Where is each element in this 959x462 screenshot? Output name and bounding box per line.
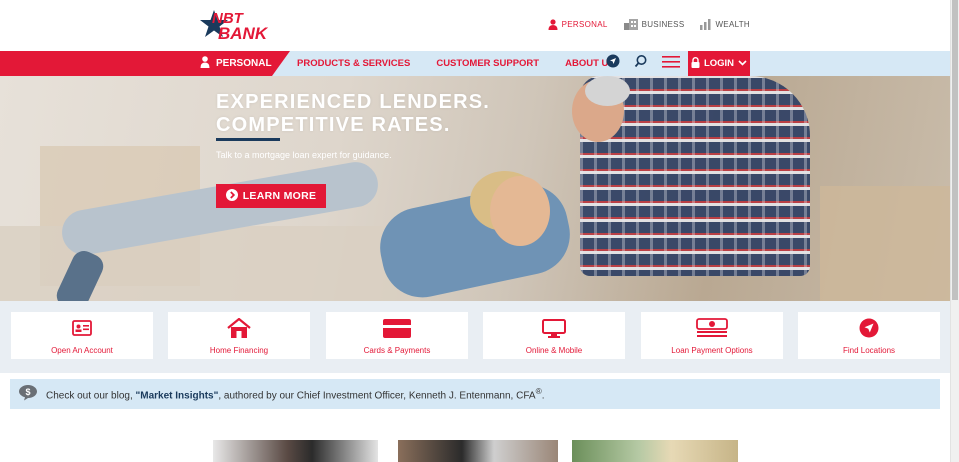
login-button[interactable]: LOGIN — [688, 51, 750, 76]
blog-text: Check out our blog, "Market Insights", a… — [46, 386, 545, 402]
building-icon — [623, 19, 638, 30]
segment-business[interactable]: BUSINESS — [623, 19, 685, 30]
person-icon — [548, 19, 558, 30]
location-arrow-icon — [859, 318, 879, 338]
main-nav: PERSONAL PRODUCTS & SERVICES CUSTOMER SU… — [0, 51, 950, 76]
money-stack-icon — [696, 318, 728, 338]
nav-wedge — [272, 51, 290, 76]
chat-dollar-icon: $ — [18, 384, 38, 404]
quick-link-loan-payment[interactable]: Loan Payment Options — [641, 312, 783, 359]
learn-more-label: LEARN MORE — [242, 190, 317, 202]
quick-link-online-mobile[interactable]: Online & Mobile — [483, 312, 625, 359]
segment-personal[interactable]: PERSONAL — [548, 19, 608, 30]
top-bar: NBT BANK PERSONAL BUSINESS WEALTH — [0, 0, 950, 51]
scrollbar-thumb[interactable] — [952, 0, 958, 300]
location-arrow-icon[interactable] — [606, 54, 620, 73]
credit-card-icon — [383, 318, 411, 338]
scrollbar[interactable] — [950, 0, 959, 462]
hero-photo-shape — [490, 176, 550, 246]
segment-switcher: PERSONAL BUSINESS WEALTH — [548, 19, 750, 30]
monitor-icon — [542, 318, 566, 338]
hero-title-line: COMPETITIVE RATES. — [216, 114, 451, 136]
quick-link-home-financing[interactable]: Home Financing — [168, 312, 310, 359]
arrow-circle-icon — [225, 188, 238, 204]
segment-label: PERSONAL — [561, 20, 608, 29]
quick-links: Open An Account Home Financing Cards & P… — [0, 301, 950, 373]
nav-products-services[interactable]: PRODUCTS & SERVICES — [297, 58, 410, 69]
nav-links: PRODUCTS & SERVICES CUSTOMER SUPPORT ABO… — [297, 51, 615, 76]
quick-link-label: Online & Mobile — [525, 346, 583, 355]
chevron-down-icon — [738, 58, 747, 69]
team-photo[interactable] — [572, 440, 738, 462]
blog-title-link[interactable]: "Market Insights" — [136, 391, 219, 402]
lock-icon — [691, 56, 700, 71]
quick-link-label: Open An Account — [51, 346, 113, 355]
page: NBT BANK PERSONAL BUSINESS WEALTH PERSON… — [0, 0, 959, 462]
id-card-icon — [72, 318, 92, 338]
hero-photo-shape — [585, 76, 630, 106]
team-photo[interactable] — [398, 440, 558, 462]
nav-customer-support[interactable]: CUSTOMER SUPPORT — [436, 58, 539, 69]
segment-label: WEALTH — [715, 20, 750, 29]
quick-link-find-locations[interactable]: Find Locations — [798, 312, 940, 359]
bar-chart-icon — [700, 19, 711, 30]
menu-icon[interactable] — [662, 55, 680, 73]
hero-title: EXPERIENCED LENDERS. COMPETITIVE RATES. — [216, 91, 490, 137]
hero-photo-shape — [820, 186, 950, 301]
nav-icon-group — [606, 51, 680, 76]
learn-more-button[interactable]: LEARN MORE — [216, 184, 326, 208]
login-label: LOGIN — [703, 58, 735, 69]
quick-link-label: Cards & Payments — [363, 346, 431, 355]
segment-wealth[interactable]: WEALTH — [700, 19, 750, 30]
quick-link-label: Find Locations — [842, 346, 896, 355]
svg-text:$: $ — [25, 387, 30, 397]
hero-subtitle: Talk to a mortgage loan expert for guida… — [216, 150, 392, 160]
svg-text:BANK: BANK — [218, 24, 269, 43]
quick-link-label: Loan Payment Options — [671, 346, 753, 355]
team-photo[interactable] — [213, 440, 378, 462]
blog-banner[interactable]: $ Check out our blog, "Market Insights",… — [10, 379, 940, 409]
nav-personal-label: PERSONAL — [216, 58, 272, 69]
hero-banner: EXPERIENCED LENDERS. COMPETITIVE RATES. … — [0, 76, 950, 301]
hero-title-line: EXPERIENCED LENDERS. — [216, 91, 491, 113]
person-icon — [200, 56, 210, 71]
search-icon[interactable] — [634, 54, 648, 73]
quick-link-cards-payments[interactable]: Cards & Payments — [326, 312, 468, 359]
quick-link-label: Home Financing — [209, 346, 269, 355]
house-icon — [227, 318, 251, 338]
quick-link-open-account[interactable]: Open An Account — [11, 312, 153, 359]
segment-label: BUSINESS — [641, 20, 685, 29]
nav-personal-tab[interactable]: PERSONAL — [200, 51, 272, 76]
hero-divider — [216, 138, 280, 141]
nbt-bank-logo[interactable]: NBT BANK — [200, 8, 280, 44]
